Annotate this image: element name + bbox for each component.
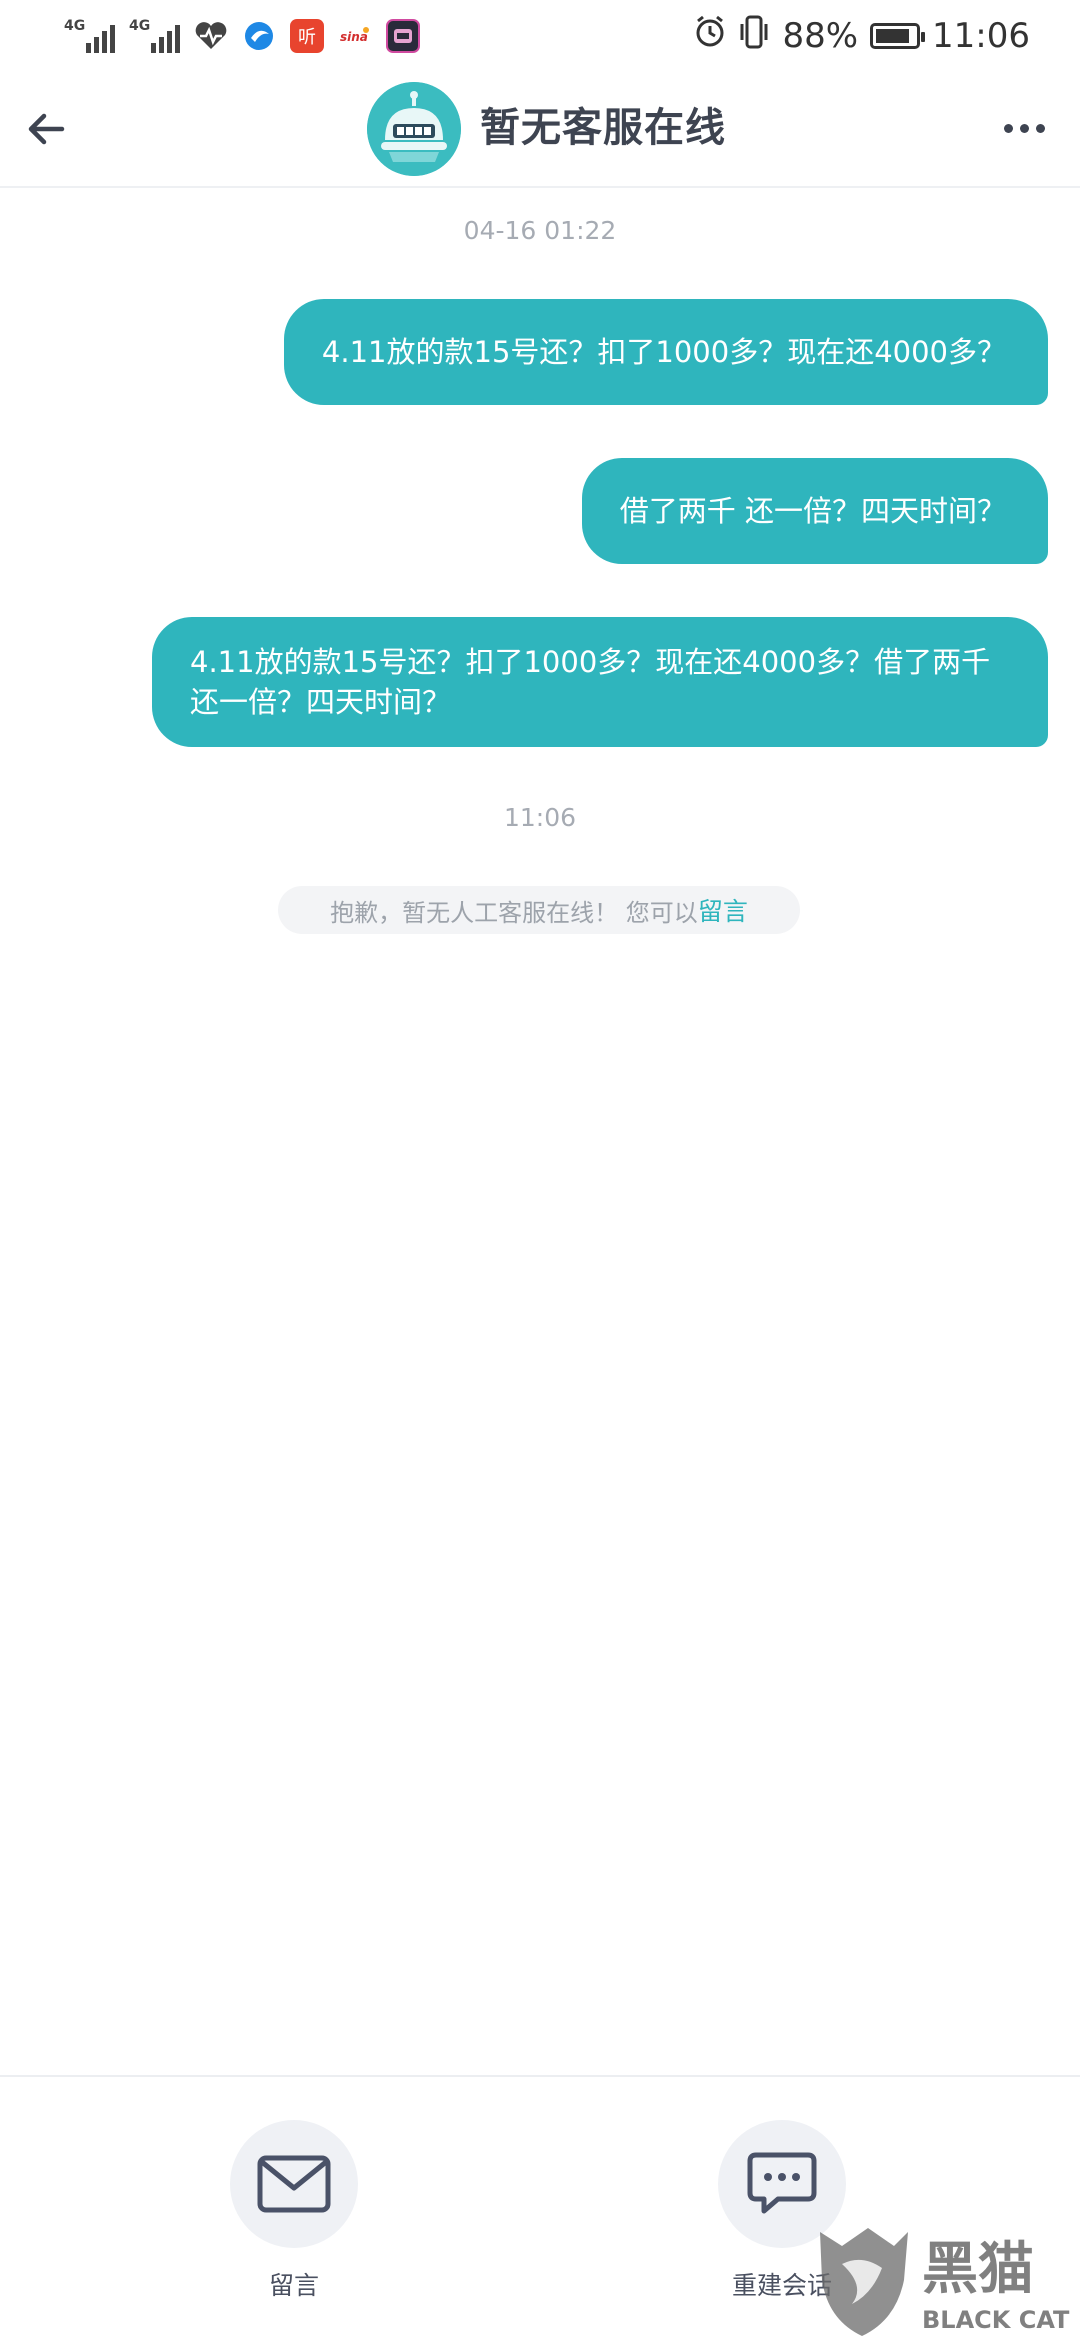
vibrate-icon — [738, 14, 770, 59]
message-bubble[interactable]: 借了两千 还一倍？四天时间？ — [581, 458, 1048, 564]
status-time: 11:06 — [932, 16, 1030, 56]
message-text: 借了两千 还一倍？四天时间？ — [619, 494, 1006, 528]
system-notice-text: 抱歉，暂无人工客服在线！ 您可以 — [330, 898, 698, 927]
browser-icon — [242, 19, 276, 53]
sina-icon: sina — [338, 19, 372, 53]
system-notice: 抱歉，暂无人工客服在线！ 您可以 留言 — [278, 886, 800, 934]
signal-2-label: 4G — [129, 18, 151, 34]
message-text-line: 还一倍？四天时间？ — [190, 685, 452, 719]
chat-bubble-icon — [747, 2152, 817, 2214]
leave-message-button[interactable]: 留言 — [214, 2120, 374, 2302]
message-bubble[interactable]: 4.11放的款15号还？扣了1000多？现在还4000多？ — [283, 299, 1048, 405]
chat-header: 暂无客服在线 — [0, 72, 1080, 188]
heart-icon — [194, 19, 228, 53]
leave-message-label: 留言 — [268, 2271, 319, 2300]
message-bubble[interactable]: 4.11放的款15号还？扣了1000多？现在还4000多？借了两千 还一倍？四天… — [152, 617, 1048, 747]
ting-app-label: 听 — [298, 27, 316, 48]
watermark-en-text: BLACK CAT — [922, 2306, 1070, 2334]
page-title: 暂无客服在线 — [480, 105, 726, 151]
ting-app-icon: 听 — [290, 19, 324, 53]
signal-1-label: 4G — [64, 18, 86, 34]
battery-percent: 88% — [782, 16, 859, 56]
back-arrow-icon[interactable] — [22, 104, 72, 154]
battery-icon — [870, 23, 926, 49]
game-app-icon — [386, 19, 420, 53]
battery-fill — [876, 29, 910, 43]
message-text-line: 4.11放的款15号还？扣了1000多？现在还4000多？借了两千 — [190, 645, 991, 679]
watermark-cn-text: 黑猫 — [922, 2237, 1034, 2302]
envelope-icon — [257, 2155, 331, 2213]
signal-2-icon: 4G — [129, 19, 180, 53]
alarm-icon — [694, 15, 726, 58]
message-text: 4.11放的款15号还？扣了1000多？现在还4000多？ — [321, 335, 1006, 369]
robot-avatar-icon — [367, 82, 461, 176]
more-options-icon[interactable] — [1004, 116, 1048, 140]
status-bar: 4G 4G 听 sina 88% 11:06 — [0, 0, 1080, 72]
message-timestamp: 04-16 01:22 — [463, 216, 617, 245]
message-timestamp: 11:06 — [503, 803, 577, 832]
signal-1-icon: 4G — [64, 19, 115, 53]
svg-text:sina: sina — [340, 30, 368, 44]
black-cat-watermark: 黑猫 BLACK CAT — [812, 2224, 1080, 2340]
leave-message-link[interactable]: 留言 — [698, 892, 748, 928]
